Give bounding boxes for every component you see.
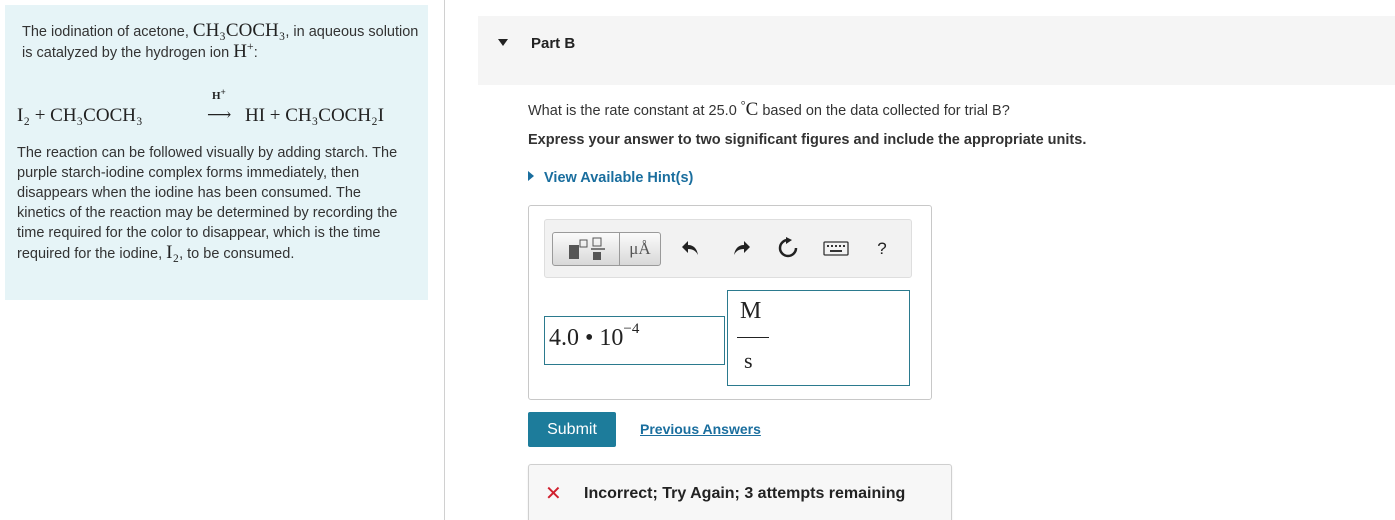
units-input[interactable]: M s [727, 290, 910, 386]
reaction-equation: I₂ + CH₃COCH₃ H+ ⟶ HI + CH₃COCH₂I [17, 85, 417, 135]
feedback-text: Incorrect; Try Again; 3 attempts remaini… [584, 485, 906, 502]
redo-icon[interactable] [728, 236, 754, 262]
reset-icon[interactable] [775, 236, 801, 262]
undo-icon[interactable] [678, 236, 704, 262]
previous-answers-link[interactable]: Previous Answers [640, 421, 761, 437]
equation-reactants: I₂ + CH₃COCH₃ [17, 105, 143, 126]
temperature-unit: °C [740, 98, 759, 120]
templates-icon [569, 237, 605, 260]
value-input[interactable]: 4.0 • 10−4 [544, 316, 725, 365]
question-text: What is the rate constant at 25.0 °C bas… [528, 98, 1010, 120]
help-button[interactable]: ? [869, 236, 895, 262]
column-divider [444, 0, 445, 520]
unit-numerator: M [740, 298, 762, 324]
units-button[interactable]: μÅ [619, 232, 661, 266]
iodine-formula: I₂ [166, 242, 180, 263]
keyboard-icon[interactable] [822, 236, 850, 262]
hydrogen-ion: H+ [233, 39, 254, 62]
intro-text-1: The iodination of acetone, CH₃COCH₃, in … [22, 21, 422, 63]
intro-text-2: The reaction can be followed visually by… [17, 145, 398, 263]
acetone-formula: CH₃COCH₃ [192, 20, 286, 41]
collapse-caret-icon[interactable] [498, 39, 508, 46]
unit-fraction-bar [737, 337, 769, 338]
intro-text-1c: : [253, 45, 258, 61]
value-multiply-dot: • [585, 325, 594, 351]
math-toolbar: μÅ ? [544, 219, 912, 278]
value-mantissa: 4.0 [549, 325, 579, 351]
hints-label: View Available Hint(s) [544, 170, 694, 186]
answer-area: μÅ ? 4.0 • 10−4 M s [528, 205, 932, 400]
submit-button[interactable]: Submit [528, 412, 616, 447]
view-hints-link[interactable]: View Available Hint(s) [528, 170, 693, 186]
incorrect-x-icon: ✕ [545, 483, 562, 505]
reaction-arrow-icon: ⟶ [207, 105, 232, 124]
part-title: Part B [531, 35, 576, 52]
equation-catalyst: H+ [212, 87, 226, 102]
intro-text-1a: The iodination of acetone, [22, 24, 193, 40]
value-exponent: −4 [623, 321, 640, 337]
part-b-header[interactable]: Part B [478, 16, 1395, 85]
answer-instruction: Express your answer to two significant f… [528, 132, 1087, 148]
templates-button[interactable] [552, 232, 620, 266]
value-base: 10 [599, 325, 624, 351]
feedback-message: ✕ Incorrect; Try Again; 3 attempts remai… [528, 464, 952, 520]
unit-denominator: s [744, 348, 753, 373]
equation-products: HI + CH₃COCH₂I [245, 105, 385, 126]
expand-caret-icon [528, 171, 534, 181]
